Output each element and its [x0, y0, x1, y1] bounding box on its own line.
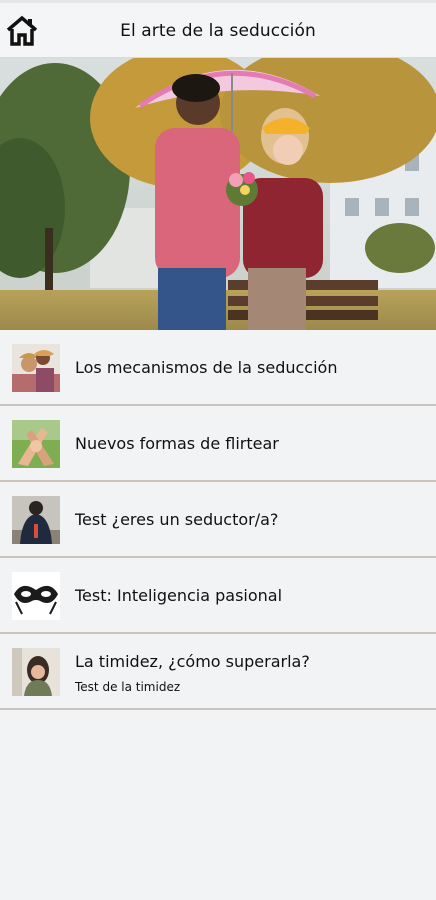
app-header: El arte de la seducción: [0, 0, 436, 58]
menu-item-seduction-mechanisms[interactable]: Los mecanismos de la seducción: [0, 330, 436, 406]
menu-item-seducer-test[interactable]: Test ¿eres un seductor/a?: [0, 482, 436, 558]
couple-photo-thumb: [12, 344, 60, 392]
hug-photo-thumb: [12, 496, 60, 544]
menu-item-passion-intelligence-test[interactable]: Test: Inteligencia pasional: [0, 558, 436, 634]
lace-mask-thumb: [12, 572, 60, 620]
menu-item-label: Test ¿eres un seductor/a?: [75, 510, 279, 529]
menu-item-label: Nuevos formas de flirtear: [75, 434, 279, 453]
shy-woman-photo-thumb: [12, 648, 60, 696]
menu-item-label: Test: Inteligencia pasional: [75, 586, 283, 605]
menu-item-shyness[interactable]: La timidez, ¿cómo superarla? Test de la …: [0, 634, 436, 710]
menu-item-label: La timidez, ¿cómo superarla?: [75, 652, 310, 671]
menu-list: Los mecanismos de la seducción Nuevos fo…: [0, 330, 436, 710]
hero-image: [0, 58, 436, 330]
menu-item-label: Los mecanismos de la seducción: [75, 358, 338, 377]
menu-item-new-ways-to-flirt[interactable]: Nuevos formas de flirtear: [0, 406, 436, 482]
page-title: El arte de la seducción: [120, 21, 316, 41]
holding-hands-photo-thumb: [12, 420, 60, 468]
home-icon[interactable]: [6, 15, 38, 47]
menu-item-subtitle: Test de la timidez: [75, 680, 181, 694]
